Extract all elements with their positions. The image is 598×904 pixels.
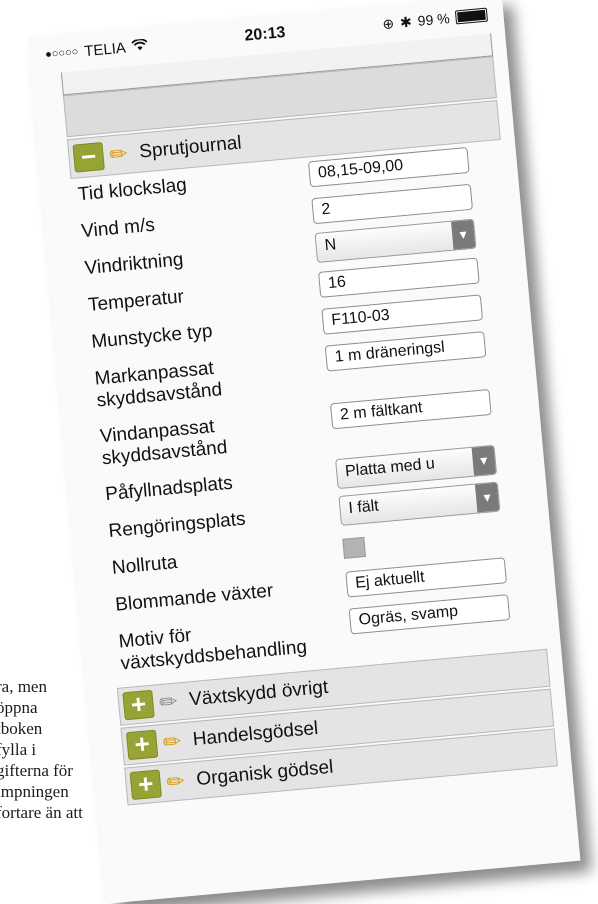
collapse-button[interactable]: − — [72, 141, 105, 173]
select-value: N — [323, 236, 337, 255]
battery-icon — [454, 7, 489, 25]
select-value: Platta med u — [344, 455, 436, 481]
section-title: Handelsgödsel — [191, 717, 320, 751]
clock: 20:13 — [243, 24, 287, 45]
section-title: Organisk gödsel — [195, 756, 335, 791]
bluetooth-icon: ✱ — [399, 13, 413, 31]
form-content: − ✏ Sprutjournal Tid klockslag 08,15-09,… — [60, 33, 567, 901]
wifi-icon — [131, 38, 148, 55]
expand-button[interactable]: + — [125, 728, 159, 761]
section-title: Sprutjournal — [138, 132, 243, 163]
expand-button[interactable]: + — [122, 688, 155, 721]
chevron-down-icon[interactable]: ▼ — [471, 445, 497, 476]
select-value: I fält — [347, 497, 380, 518]
expand-button[interactable]: + — [129, 768, 162, 801]
signal-strength-icon: ●○○○○ — [44, 45, 79, 61]
chevron-down-icon[interactable]: ▼ — [474, 482, 500, 513]
rotation-lock-icon: ⊕ — [381, 14, 395, 32]
battery-percent: 99 % — [417, 10, 451, 29]
pencil-icon[interactable]: ✏ — [152, 687, 184, 718]
pencil-icon[interactable]: ✏ — [102, 139, 134, 170]
carrier-name: TELIA — [83, 39, 127, 60]
chevron-down-icon[interactable]: ▼ — [451, 219, 476, 250]
pencil-icon[interactable]: ✏ — [156, 727, 188, 758]
nollruta-checkbox[interactable] — [342, 536, 367, 559]
phone-screenshot: ●○○○○ TELIA 20:13 ⊕ ✱ 99 % − ✏ Sprutjour… — [27, 0, 581, 904]
pencil-icon[interactable]: ✏ — [159, 767, 191, 798]
section-title: Växtskydd övrigt — [188, 676, 330, 711]
